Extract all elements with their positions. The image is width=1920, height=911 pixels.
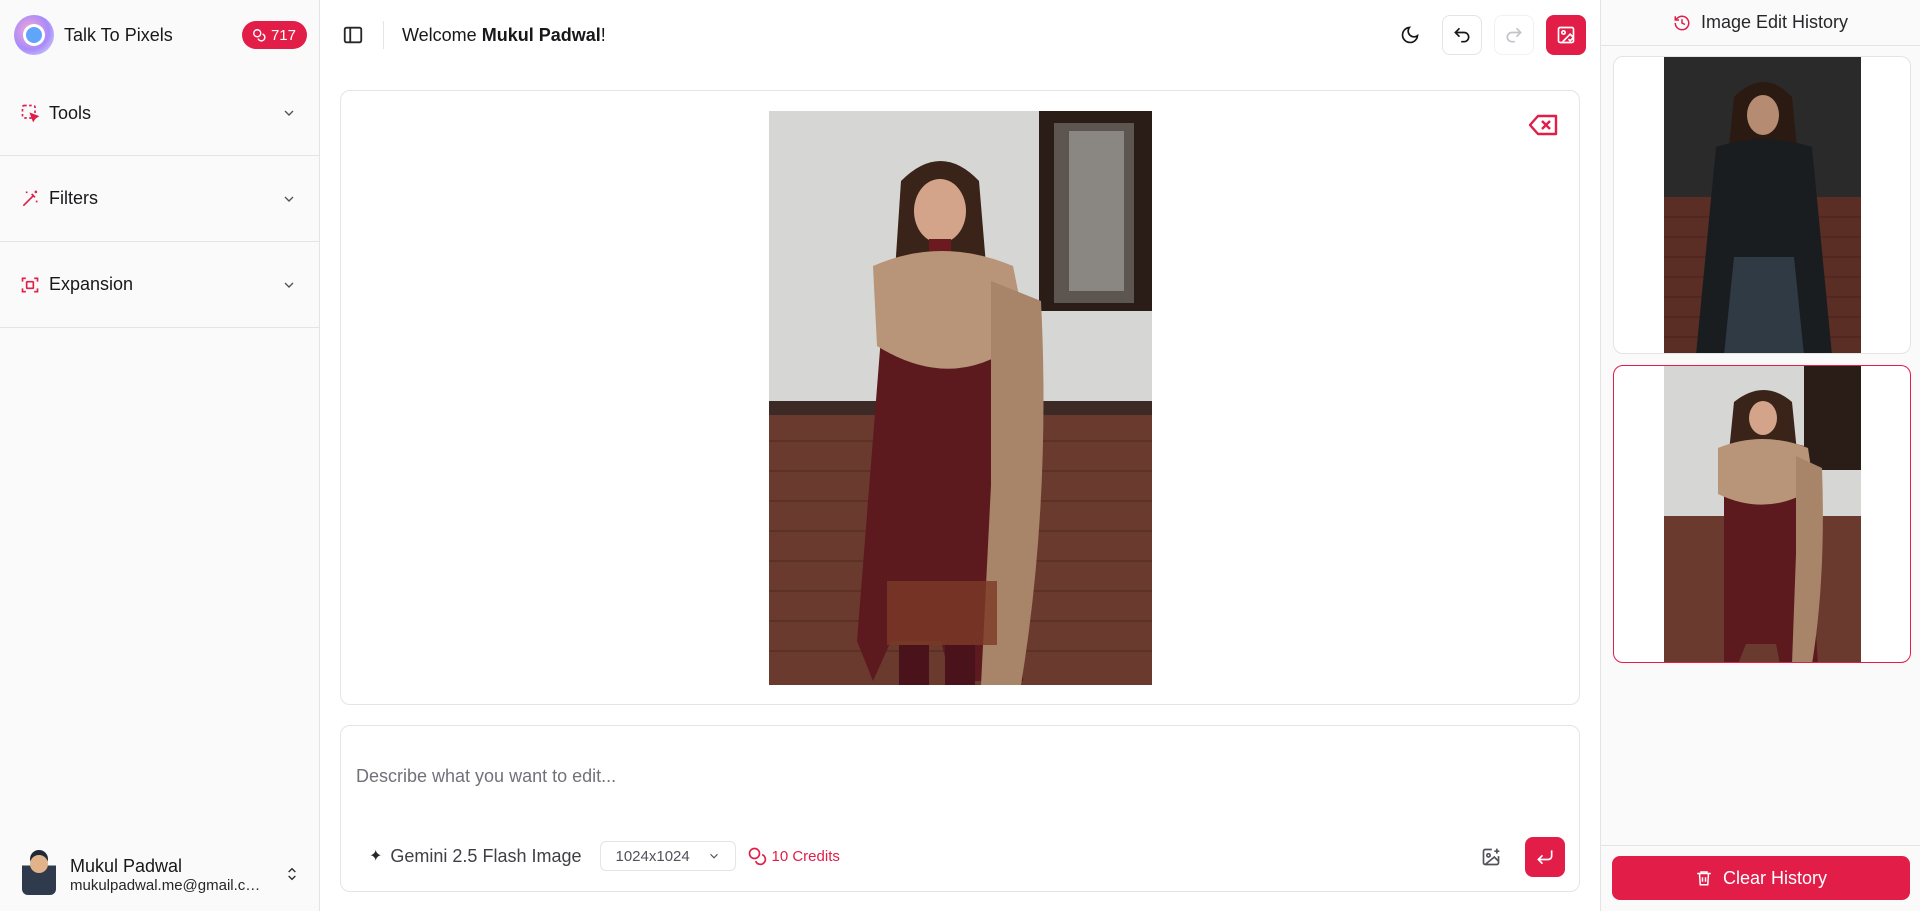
- welcome-name: Mukul Padwal: [481, 24, 601, 45]
- moon-icon: [1401, 26, 1419, 44]
- clear-canvas-icon[interactable]: [1529, 113, 1559, 137]
- submit-button[interactable]: [1525, 837, 1565, 877]
- sparkle-icon: ✦: [369, 848, 383, 865]
- trash-icon: [1697, 871, 1711, 886]
- enter-icon: [1537, 850, 1553, 865]
- accordion-label: Expansion: [49, 274, 134, 294]
- history-title: Image Edit History: [1700, 12, 1849, 32]
- coins-icon: [253, 29, 266, 42]
- add-image-button[interactable]: [1471, 837, 1511, 877]
- redo-icon: [1506, 27, 1522, 43]
- credit-cost-label: 10 Credits: [771, 847, 840, 865]
- redo-button[interactable]: [1494, 15, 1534, 55]
- prompt-actions: [1471, 837, 1565, 877]
- sidebar-toggle-icon[interactable]: [342, 24, 364, 46]
- accordion-tools[interactable]: Tools: [0, 70, 319, 156]
- chevron-down-icon: [709, 853, 718, 859]
- history-panel: Image Edit History Clear History: [1600, 0, 1920, 911]
- prompt-input[interactable]: [356, 766, 1556, 787]
- selection-icon: [21, 104, 40, 123]
- image-download-icon: [1557, 26, 1575, 44]
- user-menu[interactable]: Mukul Padwal mukulpadwal.me@gmail.com: [0, 837, 320, 911]
- model-name: Gemini 2.5 Flash Image: [390, 845, 582, 866]
- credits-count: 717: [270, 26, 296, 44]
- welcome-suffix: !: [600, 24, 606, 45]
- chevron-down-icon: [284, 282, 294, 288]
- size-value: 1024x1024: [615, 847, 690, 865]
- history-thumbnail: [1664, 57, 1861, 353]
- chevron-down-icon: [284, 196, 294, 202]
- header-actions: [1390, 15, 1586, 55]
- coins-icon: [748, 847, 766, 866]
- undo-button[interactable]: [1442, 15, 1482, 55]
- history-header: Image Edit History: [1601, 0, 1920, 46]
- accordion-filters[interactable]: Filters: [0, 156, 319, 242]
- brand: Talk To Pixels 717: [0, 0, 319, 70]
- welcome-prefix: Welcome: [402, 24, 482, 45]
- left-sidebar: Talk To Pixels 717 Tools Filters Expansi…: [0, 0, 320, 911]
- avatar: [22, 853, 56, 895]
- download-image-button[interactable]: [1546, 15, 1586, 55]
- accordion-expansion[interactable]: Expansion: [0, 242, 319, 328]
- history-thumbnail: [1664, 366, 1861, 662]
- photo-illustration: [769, 111, 1152, 685]
- expand-frame-icon: [21, 277, 39, 292]
- user-name: Mukul Padwal: [70, 855, 183, 876]
- theme-toggle-button[interactable]: [1390, 15, 1430, 55]
- credits-badge[interactable]: 717: [241, 21, 307, 49]
- user-email: mukulpadwal.me@gmail.com: [70, 876, 266, 894]
- edited-image[interactable]: [769, 111, 1152, 685]
- clear-history-label: Clear History: [1722, 867, 1828, 888]
- top-header: Welcome Mukul Padwal!: [320, 0, 1600, 70]
- model-selector[interactable]: ✦ Gemini 2.5 Flash Image: [369, 846, 582, 867]
- size-select[interactable]: 1024x1024: [599, 841, 736, 871]
- app-logo[interactable]: [14, 15, 54, 55]
- history-item[interactable]: [1613, 365, 1911, 663]
- image-canvas: [340, 90, 1580, 705]
- accordion-label: Tools: [49, 102, 92, 123]
- header-divider: [383, 21, 384, 49]
- chevron-down-icon: [284, 110, 294, 116]
- history-icon: [1674, 15, 1690, 30]
- credit-cost: 10 Credits: [747, 846, 840, 866]
- accordion-label: Filters: [49, 188, 98, 208]
- app-name[interactable]: Talk To Pixels: [64, 25, 242, 46]
- image-plus-icon: [1482, 848, 1500, 866]
- chevrons-up-down-icon: [288, 867, 296, 881]
- prompt-options: ✦ Gemini 2.5 Flash Image 1024x1024 10 Cr…: [369, 841, 840, 871]
- prompt-panel: ✦ Gemini 2.5 Flash Image 1024x1024 10 Cr…: [340, 725, 1580, 892]
- history-item[interactable]: [1613, 56, 1911, 354]
- user-info: Mukul Padwal mukulpadwal.me@gmail.com: [70, 855, 284, 894]
- magic-wand-icon: [22, 190, 38, 206]
- welcome-message: Welcome Mukul Padwal!: [402, 25, 606, 46]
- clear-history-button[interactable]: Clear History: [1612, 856, 1910, 900]
- undo-icon: [1454, 27, 1470, 43]
- history-footer: Clear History: [1601, 845, 1920, 911]
